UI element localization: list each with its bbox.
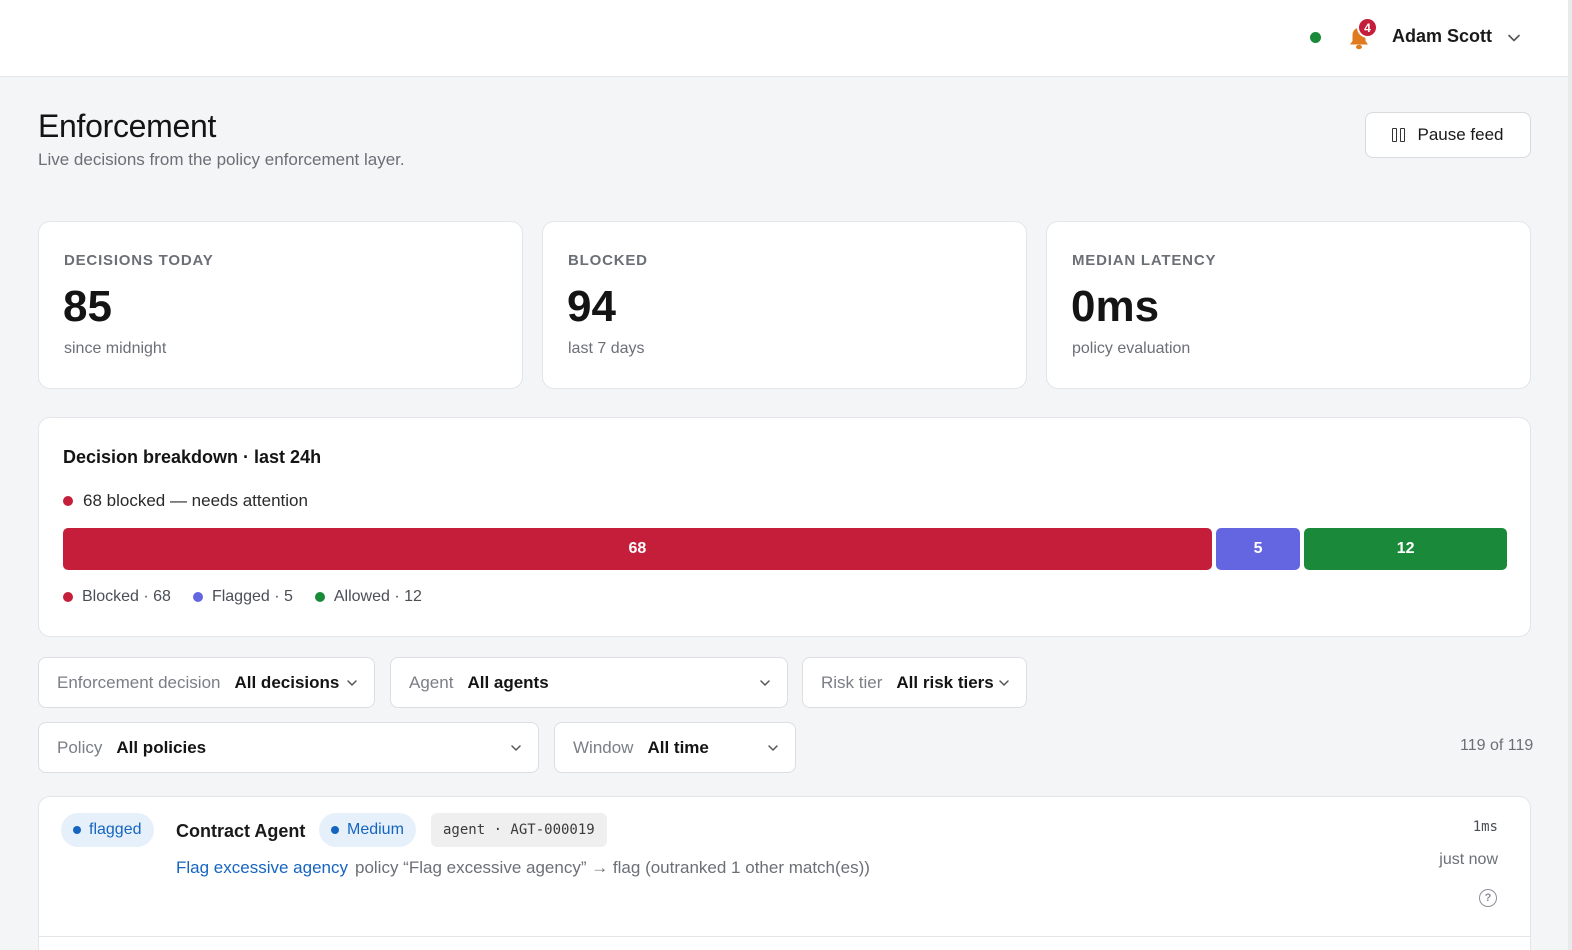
filter-label: Agent [409,672,454,692]
filter-label: Window [573,737,634,757]
latency-value: 1ms [1472,819,1498,835]
stat-label: MEDIAN LATENCY [1072,252,1217,269]
stat-value: 85 [63,282,112,331]
breakdown-alert: 68 blocked — needs attention [63,491,308,511]
policy-description: policy “Flag excessive agency” → flag (o… [355,858,870,877]
filter-value: All decisions [234,672,340,692]
stat-value: 94 [567,282,616,331]
decision-breakdown-card: Decision breakdown · last 24h 68 blocked… [38,417,1531,637]
connection-status-dot [1310,32,1321,43]
decision-row[interactable]: flagged Contract Agent Medium agent · AG… [38,796,1531,950]
filter-policy[interactable]: Policy All policies [38,722,539,773]
row-divider [38,936,1531,937]
filter-label: Enforcement decision [57,672,221,692]
legend-dot [192,592,203,602]
filter-agent[interactable]: Agent All agents [390,657,788,708]
legend-label: Blocked · 68 [82,588,171,605]
chevron-down-icon [768,745,778,752]
pause-feed-label: Pause feed [1417,125,1504,144]
filter-value: All policies [116,737,207,757]
legend-item-blocked: Blocked · 68 [63,588,171,606]
help-icon[interactable]: ? [1479,889,1497,907]
risk-badge: Medium [319,813,416,847]
filter-value: All risk tiers [896,672,994,692]
stat-card-median-latency: MEDIAN LATENCY 0ms policy evaluation [1046,221,1531,389]
legend-dot [63,592,73,602]
breakdown-title: Decision breakdown · last 24h [63,447,322,467]
stat-sub: since midnight [64,340,167,357]
breakdown-legend: Blocked · 68 Flagged · 5 Allowed · 12 [63,588,422,606]
user-menu-name[interactable]: Adam Scott [1392,26,1492,47]
risk-label: Medium [347,821,404,838]
chevron-down-icon [760,680,770,687]
page-title: Enforcement [38,108,217,144]
filter-label: Policy [57,737,103,757]
stat-card-decisions-today: DECISIONS TODAY 85 since midnight [38,221,523,389]
bar-segment-flagged: 5 [1215,528,1301,570]
chevron-down-icon [999,680,1009,687]
legend-item-allowed: Allowed · 12 [314,588,422,606]
policy-link[interactable]: Flag excessive agency [176,858,348,878]
pause-icon [1392,128,1406,142]
pause-feed-button[interactable]: Pause feed [1365,112,1531,158]
chevron-down-icon [511,745,521,752]
top-bar [0,0,1568,77]
filter-value: All time [647,737,709,757]
legend-label: Flagged · 5 [211,588,293,605]
breakdown-bar: 68 5 12 [63,528,1507,570]
filter-enforcement-decision[interactable]: Enforcement decision All decisions [38,657,375,708]
bar-segment-blocked: 68 [63,528,1212,570]
alert-dot [63,496,73,506]
bar-segment-allowed: 12 [1304,528,1507,570]
agent-id-chip: agent · AGT-000019 [431,813,607,847]
notification-badge: 4 [1357,17,1378,38]
stat-sub: policy evaluation [1072,340,1191,357]
badge-dot [73,826,81,834]
stat-label: DECISIONS TODAY [64,252,214,269]
timestamp: just now [1439,851,1498,868]
stat-sub: last 7 days [568,340,645,357]
agent-name: Contract Agent [176,821,306,841]
legend-label: Allowed · 12 [333,588,422,605]
filter-risk-tier[interactable]: Risk tier All risk tiers [802,657,1027,708]
filter-value: All agents [467,672,549,692]
filter-window[interactable]: Window All time [554,722,796,773]
result-count: 119 of 119 [1460,737,1534,754]
page-subtitle: Live decisions from the policy enforceme… [38,150,405,169]
legend-item-flagged: Flagged · 5 [192,588,293,606]
stat-value: 0ms [1071,282,1160,331]
scrollbar[interactable] [1568,0,1572,950]
stat-label: BLOCKED [568,252,648,269]
chevron-down-icon[interactable] [1507,31,1521,45]
decision-badge: flagged [61,813,154,847]
badge-dot [331,826,339,834]
alert-text: 68 blocked — needs attention [83,491,308,510]
legend-dot [314,592,325,602]
chevron-down-icon [347,680,357,687]
filter-label: Risk tier [821,672,883,692]
decision-label: flagged [89,821,142,838]
stat-card-blocked: BLOCKED 94 last 7 days [542,221,1027,389]
